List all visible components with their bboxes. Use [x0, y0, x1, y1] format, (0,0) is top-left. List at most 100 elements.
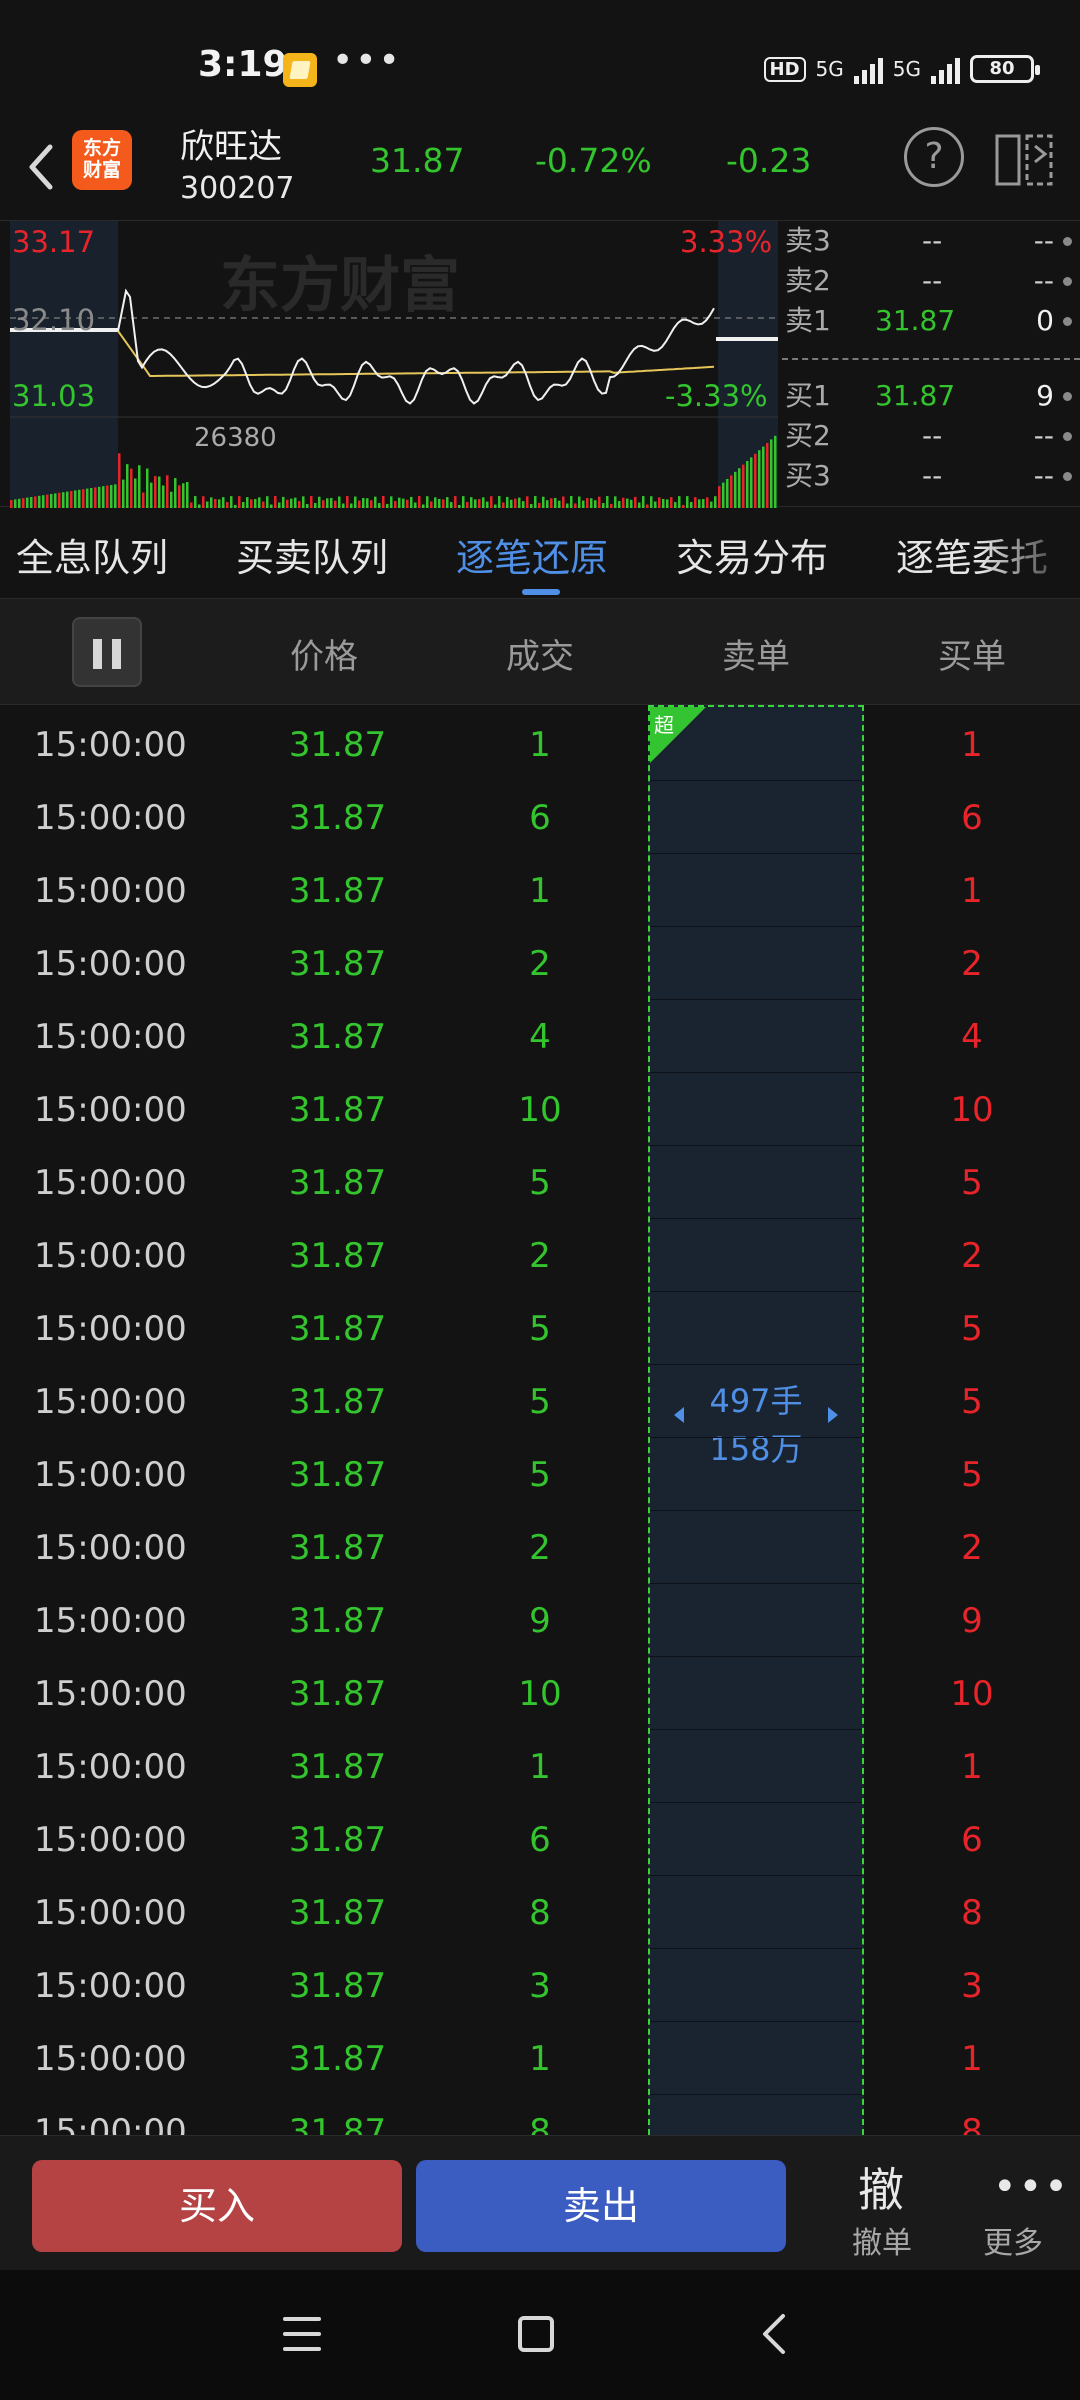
- sell-button[interactable]: 卖出: [416, 2160, 786, 2252]
- chart-ref-price: 32.10: [12, 303, 96, 337]
- volume-bar: [158, 476, 161, 508]
- table-row: 15:00:00 31.87 6 6: [0, 1800, 1080, 1873]
- row-volume: 6: [529, 798, 551, 838]
- row-buy-order: 10: [950, 1090, 994, 1130]
- volume-bar: [770, 439, 773, 508]
- home-icon[interactable]: [518, 2316, 554, 2352]
- row-volume: 5: [529, 1382, 551, 1422]
- sell-block-divider: [650, 1072, 862, 1073]
- pause-icon: [93, 639, 102, 669]
- pause-button[interactable]: [72, 617, 142, 687]
- row-volume: 6: [529, 1820, 551, 1860]
- more-icon[interactable]: •••: [993, 2164, 1070, 2210]
- table-row: 15:00:00 31.87 5 5: [0, 1362, 1080, 1435]
- orderbook-dot-icon: [1063, 317, 1072, 326]
- volume-bar: [726, 479, 729, 508]
- row-time: 15:00:00: [34, 2112, 187, 2135]
- volume-bar: [82, 489, 85, 508]
- row-buy-order: 2: [961, 1236, 983, 1276]
- row-buy-order: 5: [961, 1455, 983, 1495]
- row-price: 31.87: [288, 2039, 387, 2079]
- sell-block-divider: [650, 1364, 862, 1365]
- row-price: 31.87: [288, 944, 387, 984]
- row-time: 15:00:00: [34, 944, 187, 984]
- row-time: 15:00:00: [34, 1090, 187, 1130]
- row-price: 31.87: [288, 798, 387, 838]
- volume-bar: [162, 485, 165, 508]
- cancel-order-label[interactable]: 撤单: [852, 2218, 912, 2262]
- volume-bar: [186, 482, 189, 508]
- sell-block-divider: [650, 999, 862, 1000]
- row-price: 31.87: [288, 1893, 387, 1933]
- row-volume: 5: [529, 1309, 551, 1349]
- status-time: 3:19: [198, 44, 288, 85]
- row-buy-order: 10: [950, 1674, 994, 1714]
- volume-bar: [722, 482, 725, 508]
- more-label[interactable]: 更多: [983, 2218, 1043, 2262]
- row-buy-order: 4: [961, 1017, 983, 1057]
- volume-bar: [170, 491, 173, 508]
- volume-bar: [102, 486, 105, 508]
- tab-trade-distribution[interactable]: 交易分布: [676, 527, 828, 582]
- stock-name: 欣旺达: [180, 127, 282, 167]
- table-row: 15:00:00 31.87 5 5: [0, 1435, 1080, 1508]
- row-time: 15:00:00: [34, 1163, 187, 1203]
- row-time: 15:00:00: [34, 1966, 187, 2006]
- split-screen-icon[interactable]: [995, 132, 1055, 188]
- sell-block-divider: [650, 1656, 862, 1657]
- orderbook-dot-icon: [1063, 472, 1072, 481]
- tab-bid-ask-queue[interactable]: 买卖队列: [236, 527, 388, 582]
- tab-tick-restore[interactable]: 逐笔还原: [456, 527, 608, 582]
- sell-block-divider: [650, 1510, 862, 1511]
- row-time: 15:00:00: [34, 1455, 187, 1495]
- header-volume: 成交: [506, 637, 574, 677]
- volume-bar: [758, 450, 761, 508]
- cancel-order-icon[interactable]: 撤: [858, 2154, 904, 2220]
- volume-bar: [734, 471, 737, 508]
- row-price: 31.87: [288, 725, 387, 765]
- volume-bar: [746, 461, 749, 508]
- sell-block-divider: [650, 853, 862, 854]
- buy-button[interactable]: 买入: [32, 2160, 402, 2252]
- row-buy-order: 6: [961, 798, 983, 838]
- volume-bar: [142, 492, 145, 508]
- sell-block-divider: [650, 1875, 862, 1876]
- sell-order-block[interactable]: 超 497手 158万: [648, 705, 864, 2135]
- volume-bar: [126, 464, 129, 508]
- row-buy-order: 1: [961, 871, 983, 911]
- tab-bar: 全息队列 买卖队列 逐笔还原 交易分布 逐笔委托: [0, 507, 1080, 599]
- help-icon[interactable]: ?: [904, 127, 964, 187]
- row-buy-order: 9: [961, 1601, 983, 1641]
- row-time: 15:00:00: [34, 1309, 187, 1349]
- table-row: 15:00:00 31.87 5 5: [0, 1289, 1080, 1362]
- chart-low-price: 31.03: [12, 379, 96, 413]
- volume-bar: [774, 435, 777, 508]
- row-time: 15:00:00: [34, 1236, 187, 1276]
- table-row: 15:00:00 31.87 2 2: [0, 1508, 1080, 1581]
- row-price: 31.87: [288, 1163, 387, 1203]
- nav-back-icon[interactable]: [755, 2312, 795, 2356]
- volume-bar: [150, 482, 153, 508]
- back-arrow-icon[interactable]: [20, 137, 60, 197]
- row-volume: 3: [529, 1966, 551, 2006]
- tab-full-queue[interactable]: 全息队列: [16, 527, 168, 582]
- row-volume: 2: [529, 1236, 551, 1276]
- row-buy-order: 1: [961, 2039, 983, 2079]
- orderbook-ask-3: 卖3 -- --: [782, 221, 1080, 261]
- chart-high-pct: 3.33%: [680, 225, 773, 259]
- bottom-action-bar: 买入 卖出 撤 撤单 ••• 更多: [0, 2135, 1080, 2270]
- row-volume: 8: [529, 1893, 551, 1933]
- row-volume: 2: [529, 944, 551, 984]
- sell-order-summary: 497手 158万: [650, 1377, 862, 1473]
- recent-apps-icon[interactable]: [283, 2317, 321, 2351]
- volume-bar: [766, 443, 769, 508]
- volume-bar: [54, 493, 57, 508]
- tick-list[interactable]: 15:00:00 31.87 1 1 15:00:00 31.87 6 6 15:00:00 31…: [0, 705, 1080, 2135]
- table-row: 15:00:00 31.87 5 5: [0, 1143, 1080, 1216]
- row-buy-order: 3: [961, 1966, 983, 2006]
- row-buy-order: 5: [961, 1382, 983, 1422]
- intraday-chart[interactable]: 东方财富: [10, 221, 778, 508]
- row-time: 15:00:00: [34, 871, 187, 911]
- row-time: 15:00:00: [34, 1528, 187, 1568]
- intraday-chart-area[interactable]: 东方财富 33.17 3.33% 32.10 31.03 -3.33% 2638…: [0, 220, 1080, 508]
